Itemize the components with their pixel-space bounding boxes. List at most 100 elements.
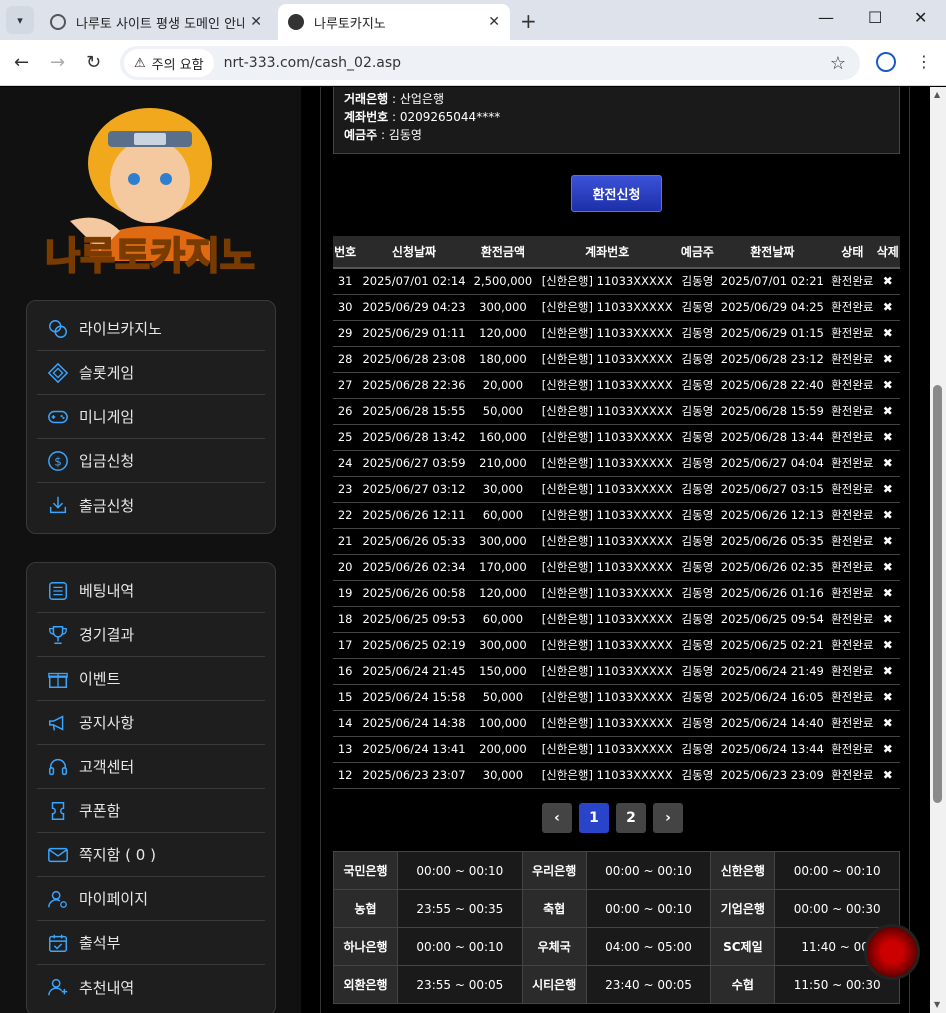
column-header: 신청날짜 bbox=[357, 236, 471, 269]
sidebar-item-mypage[interactable]: 마이페이지 bbox=[37, 877, 265, 921]
sidebar-item-support[interactable]: 고객센터 bbox=[37, 745, 265, 789]
close-tab-icon[interactable]: ✕ bbox=[250, 14, 262, 30]
back-icon[interactable]: ← bbox=[14, 52, 29, 73]
user-plus-icon bbox=[48, 978, 68, 996]
holder-label: 예금주 bbox=[344, 128, 378, 142]
main-content: 거래은행 : 산업은행 계좌번호 : 0209265044**** 예금주 : … bbox=[320, 87, 910, 1013]
delete-icon[interactable]: ✖ bbox=[875, 632, 900, 659]
sidebar-item-withdraw[interactable]: 출금신청 bbox=[37, 483, 265, 527]
url-text[interactable]: nrt-333.com/cash_02.asp bbox=[224, 55, 401, 71]
browser-tab-active[interactable]: 나루토카지노 ✕ bbox=[278, 4, 510, 40]
sidebar-item-deposit[interactable]: $ 입금신청 bbox=[37, 439, 265, 483]
scrollbar-thumb[interactable] bbox=[933, 385, 942, 803]
gift-icon bbox=[48, 672, 68, 688]
delete-icon[interactable]: ✖ bbox=[875, 320, 900, 347]
delete-icon[interactable]: ✖ bbox=[875, 710, 900, 737]
amount-cell: 180,000 bbox=[470, 346, 536, 373]
delete-icon[interactable]: ✖ bbox=[875, 398, 900, 425]
sidebar-item-coupons[interactable]: 쿠폰함 bbox=[37, 789, 265, 833]
table-row: 28 2025/06/28 23:08 180,000 [신한은행] 11033XXX… bbox=[333, 346, 900, 373]
holder-cell: 김동영 bbox=[679, 762, 716, 789]
request-date-cell: 2025/06/26 02:34 bbox=[357, 554, 471, 581]
delete-icon[interactable]: ✖ bbox=[875, 346, 900, 373]
delete-icon[interactable]: ✖ bbox=[875, 450, 900, 477]
request-date-cell: 2025/06/27 03:59 bbox=[357, 450, 471, 477]
sidebar-item-label: 공지사항 bbox=[79, 714, 135, 732]
row-number-cell: 29 bbox=[333, 320, 358, 347]
profile-icon[interactable] bbox=[876, 52, 896, 72]
withdraw-date-cell: 2025/06/25 09:54 bbox=[715, 606, 830, 633]
sidebar-item-results[interactable]: 경기결과 bbox=[37, 613, 265, 657]
sidebar-item-label: 경기결과 bbox=[79, 626, 135, 644]
scroll-down-icon[interactable]: ▼ bbox=[934, 1000, 940, 1009]
delete-icon[interactable]: ✖ bbox=[875, 762, 900, 789]
delete-icon[interactable]: ✖ bbox=[875, 372, 900, 399]
logo-text: 나루토카지노 bbox=[45, 234, 255, 278]
bank-hours-row: 외환은행 23:55 ~ 00:05 시티은행 23:40 ~ 00:05 수협 11:5… bbox=[332, 965, 900, 1004]
bookmark-star-icon[interactable]: ☆ bbox=[830, 53, 846, 74]
tab-search-button[interactable]: ▾ bbox=[6, 6, 34, 34]
request-date-cell: 2025/06/27 03:12 bbox=[357, 476, 471, 503]
browser-tab-inactive[interactable]: 나루토 사이트 평생 도메인 안내 ✕ bbox=[40, 4, 272, 40]
sidebar: 나루토카지노 라이브카지노 슬롯게임 미니게임 $ 입금신청 출금신청 베팅내역… bbox=[0, 87, 301, 1013]
delete-icon[interactable]: ✖ bbox=[875, 736, 900, 763]
address-bar[interactable]: ⚠ 주의 요함 nrt-333.com/cash_02.asp ☆ bbox=[120, 46, 860, 80]
maximize-icon[interactable]: ☐ bbox=[868, 8, 882, 27]
page-2-button[interactable]: 2 bbox=[616, 803, 646, 833]
reload-icon[interactable]: ↻ bbox=[86, 52, 101, 73]
page-1-button[interactable]: 1 bbox=[579, 803, 609, 833]
holder-cell: 김동영 bbox=[679, 502, 716, 529]
account-number-cell: [신한은행] 11033XXXXX bbox=[535, 528, 680, 555]
sidebar-item-slot-games[interactable]: 슬롯게임 bbox=[37, 351, 265, 395]
delete-icon[interactable]: ✖ bbox=[875, 658, 900, 685]
amount-cell: 2,500,000 bbox=[470, 268, 536, 295]
column-header: 삭제 bbox=[875, 236, 900, 269]
new-tab-icon[interactable]: + bbox=[520, 9, 537, 33]
amount-cell: 120,000 bbox=[470, 580, 536, 607]
floating-sharingan-button[interactable] bbox=[864, 924, 920, 980]
bank-hours-row: 하나은행 00:00 ~ 00:10 우체국 04:00 ~ 05:00 SC제일 11:… bbox=[332, 927, 900, 966]
forward-icon[interactable]: → bbox=[50, 52, 65, 73]
browser-toolbar: ← → ↻ ⚠ 주의 요함 nrt-333.com/cash_02.asp ☆ … bbox=[0, 40, 946, 86]
sidebar-item-events[interactable]: 이벤트 bbox=[37, 657, 265, 701]
request-date-cell: 2025/07/01 02:14 bbox=[357, 268, 471, 295]
holder-cell: 김동영 bbox=[679, 580, 716, 607]
account-number-cell: [신한은행] 11033XXXXX bbox=[535, 762, 680, 789]
delete-icon[interactable]: ✖ bbox=[875, 606, 900, 633]
delete-icon[interactable]: ✖ bbox=[875, 580, 900, 607]
withdraw-request-button[interactable]: 환전신청 bbox=[571, 175, 662, 212]
minimize-icon[interactable]: — bbox=[818, 8, 834, 27]
delete-icon[interactable]: ✖ bbox=[875, 684, 900, 711]
delete-icon[interactable]: ✖ bbox=[875, 502, 900, 529]
sidebar-item-label: 미니게임 bbox=[79, 408, 135, 426]
status-cell: 환전완료 bbox=[829, 268, 876, 295]
close-tab-icon[interactable]: ✕ bbox=[488, 14, 500, 30]
diamond-icon bbox=[47, 362, 69, 383]
amount-cell: 300,000 bbox=[470, 528, 536, 555]
delete-icon[interactable]: ✖ bbox=[875, 268, 900, 295]
delete-icon[interactable]: ✖ bbox=[875, 528, 900, 555]
sidebar-item-referrals[interactable]: 추천내역 bbox=[37, 965, 265, 1009]
amount-cell: 50,000 bbox=[470, 398, 536, 425]
site-logo[interactable]: 나루토카지노 bbox=[30, 101, 270, 281]
close-window-icon[interactable]: ✕ bbox=[914, 8, 927, 27]
holder-cell: 김동영 bbox=[679, 606, 716, 633]
sidebar-item-bet-history[interactable]: 베팅내역 bbox=[37, 569, 265, 613]
request-date-cell: 2025/06/26 12:11 bbox=[357, 502, 471, 529]
menu-kebab-icon[interactable]: ⋮ bbox=[916, 52, 932, 71]
delete-icon[interactable]: ✖ bbox=[875, 424, 900, 451]
sidebar-item-live-casino[interactable]: 라이브카지노 bbox=[37, 307, 265, 351]
sidebar-item-notices[interactable]: 공지사항 bbox=[37, 701, 265, 745]
sidebar-item-attendance[interactable]: 출석부 bbox=[37, 921, 265, 965]
delete-icon[interactable]: ✖ bbox=[875, 554, 900, 581]
next-page-button[interactable]: › bbox=[653, 803, 683, 833]
delete-icon[interactable]: ✖ bbox=[875, 476, 900, 503]
security-chip[interactable]: ⚠ 주의 요함 bbox=[124, 49, 214, 77]
scroll-up-icon[interactable]: ▲ bbox=[934, 90, 940, 99]
sidebar-item-messages[interactable]: 쪽지함 ( 0 ) bbox=[37, 833, 265, 877]
prev-page-button[interactable]: ‹ bbox=[542, 803, 572, 833]
sidebar-item-mini-games[interactable]: 미니게임 bbox=[37, 395, 265, 439]
delete-icon[interactable]: ✖ bbox=[875, 294, 900, 321]
amount-cell: 300,000 bbox=[470, 294, 536, 321]
status-cell: 환전완료 bbox=[829, 450, 876, 477]
